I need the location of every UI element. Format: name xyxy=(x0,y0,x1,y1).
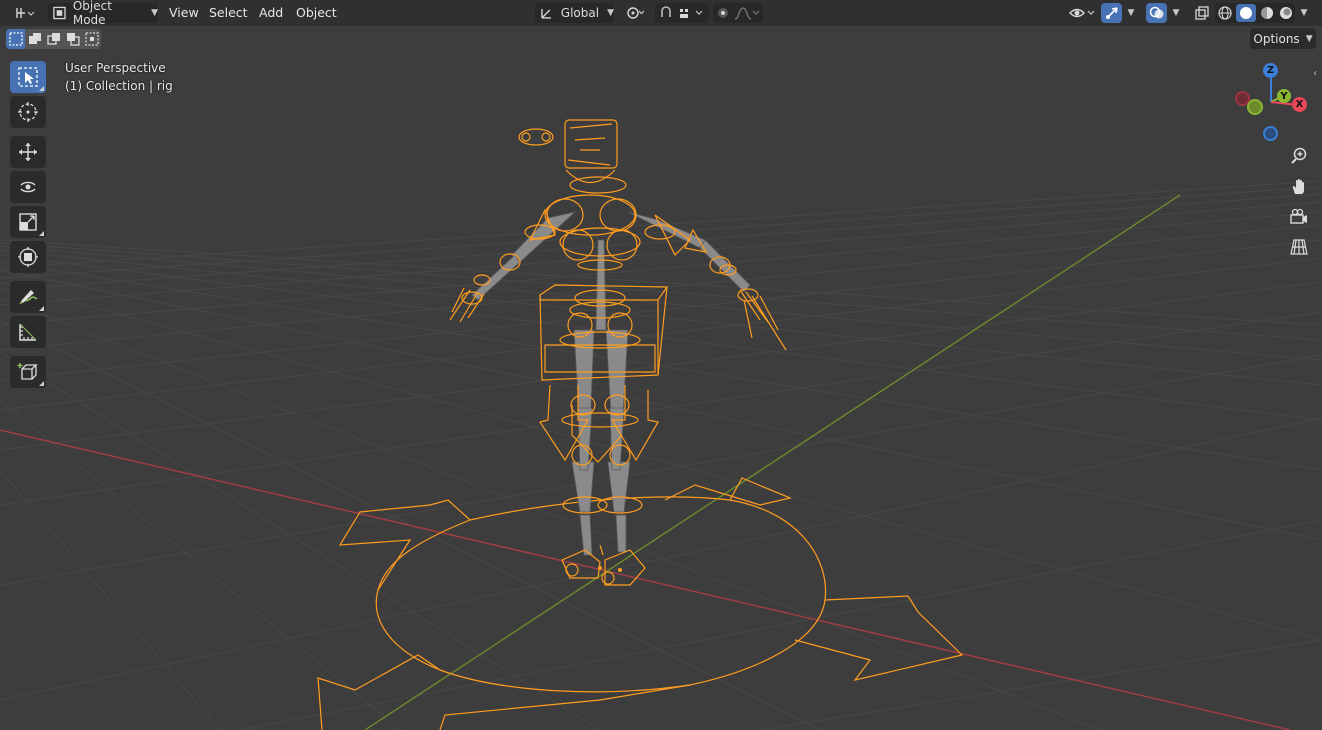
scale-icon xyxy=(19,213,37,231)
select-subtract-button[interactable] xyxy=(44,29,63,49)
view-name: User Perspective xyxy=(65,61,166,75)
measure-icon xyxy=(19,323,37,341)
cursor-icon xyxy=(18,102,38,122)
select-invert-button[interactable] xyxy=(63,29,82,49)
rendered-shading-icon[interactable] xyxy=(1278,5,1294,21)
transform-tool[interactable] xyxy=(10,241,46,273)
snap-icon xyxy=(661,6,703,18)
y-axis-line xyxy=(364,194,1181,730)
options-dropdown[interactable]: Options ▼ xyxy=(1250,28,1316,49)
zoom-icon xyxy=(1291,147,1307,164)
select-box-tool[interactable] xyxy=(10,61,46,93)
add-cube-icon xyxy=(17,363,38,380)
zoom-button[interactable] xyxy=(1287,144,1311,168)
select-new-button[interactable] xyxy=(6,29,25,49)
overlay-dropdown[interactable]: ▼ xyxy=(1169,3,1183,23)
select-subtract-icon xyxy=(46,33,60,45)
chevron-down-icon: ▼ xyxy=(1127,8,1135,18)
selection-mode-group xyxy=(6,29,101,49)
select-extend-icon xyxy=(28,33,41,44)
pivot-icon xyxy=(627,7,644,19)
solid-shading-icon xyxy=(1239,7,1252,19)
pivot-button[interactable] xyxy=(620,3,650,23)
object-mode-icon xyxy=(53,6,66,20)
gizmo-dropdown[interactable]: ▼ xyxy=(1124,3,1138,23)
gizmo-z-axis[interactable]: Z xyxy=(1263,63,1278,78)
3d-viewport[interactable]: Object Mode ▼ View Select Add Object Glo… xyxy=(0,0,1322,730)
annotate-tool[interactable] xyxy=(10,281,46,313)
x-axis-line xyxy=(0,429,1291,730)
transform-icon xyxy=(541,9,551,19)
overlay-toggle[interactable] xyxy=(1146,3,1167,23)
editor-type-icon xyxy=(16,8,35,18)
snap-button[interactable] xyxy=(655,3,709,23)
solid-shading-button[interactable] xyxy=(1235,4,1256,22)
gizmo-neg-y[interactable] xyxy=(1247,99,1263,115)
rotate-icon xyxy=(20,181,36,193)
ortho-toggle-button[interactable] xyxy=(1287,235,1311,259)
measure-tool[interactable] xyxy=(10,316,46,348)
chevron-down-icon: ▼ xyxy=(1172,8,1180,18)
mode-label: Object Mode xyxy=(72,0,112,27)
gizmo-toggle[interactable] xyxy=(1101,3,1122,23)
navigation-gizmo[interactable]: Z Y X xyxy=(1230,60,1310,145)
camera-icon xyxy=(1290,208,1307,224)
gizmo-icon xyxy=(1105,7,1118,19)
visibility-button[interactable] xyxy=(1066,3,1098,23)
editor-type-button[interactable] xyxy=(6,3,42,23)
scale-tool[interactable] xyxy=(10,206,46,238)
annotate-icon xyxy=(19,290,38,305)
menu-select[interactable]: Select xyxy=(209,3,248,23)
orientation-label: Global xyxy=(560,6,600,20)
pan-button[interactable] xyxy=(1287,175,1311,199)
gizmo-y-axis[interactable]: Y xyxy=(1277,89,1291,103)
shading-modes xyxy=(1215,3,1295,23)
add-cube-tool[interactable] xyxy=(10,356,46,388)
menu-add[interactable]: Add xyxy=(259,3,283,23)
sidebar-toggle-icon[interactable]: ‹ xyxy=(1313,68,1317,79)
select-intersect-icon xyxy=(84,32,99,46)
wireframe-shading-icon[interactable] xyxy=(1217,5,1233,21)
chevron-down-icon: ▼ xyxy=(1300,8,1308,18)
camera-view-button[interactable] xyxy=(1287,205,1311,229)
visibility-icon xyxy=(1069,8,1095,18)
rotate-tool[interactable] xyxy=(10,171,46,203)
transform-tool-icon xyxy=(18,247,38,267)
collection-info: (1) Collection | rig xyxy=(65,79,173,93)
shading-dropdown[interactable]: ▼ xyxy=(1297,3,1311,23)
proportional-editing-button[interactable] xyxy=(713,3,763,23)
transform-orientation-dropdown[interactable]: Global ▼ xyxy=(535,3,614,23)
xray-icon xyxy=(1195,6,1209,20)
move-icon xyxy=(19,143,37,161)
chevron-down-icon: ▼ xyxy=(607,8,614,18)
proportional-icon xyxy=(718,7,760,20)
material-shading-icon[interactable] xyxy=(1259,5,1275,21)
move-tool[interactable] xyxy=(10,136,46,168)
chevron-down-icon: ▼ xyxy=(151,8,158,18)
options-label: Options xyxy=(1253,31,1300,46)
viewport-header: Object Mode ▼ View Select Add Object Glo… xyxy=(0,0,1322,27)
floor-grid xyxy=(0,180,1322,730)
select-box-icon xyxy=(18,67,38,87)
select-invert-icon xyxy=(66,33,80,46)
menu-view[interactable]: View xyxy=(169,3,199,23)
overlay-icon xyxy=(1149,6,1163,19)
mode-dropdown[interactable]: Object Mode ▼ xyxy=(48,0,158,27)
gizmo-neg-z[interactable] xyxy=(1263,126,1278,141)
select-new-icon xyxy=(8,32,23,46)
select-extend-button[interactable] xyxy=(25,29,44,49)
gizmo-x-axis[interactable]: X xyxy=(1292,97,1307,112)
select-intersect-button[interactable] xyxy=(82,29,101,49)
scene-canvas[interactable] xyxy=(0,0,1322,730)
xray-toggle[interactable] xyxy=(1192,3,1212,23)
hand-icon xyxy=(1292,179,1304,194)
menu-object[interactable]: Object xyxy=(296,3,337,23)
cursor-tool[interactable] xyxy=(10,96,46,128)
chevron-down-icon: ▼ xyxy=(1305,33,1313,44)
grid-view-icon xyxy=(1290,239,1308,255)
